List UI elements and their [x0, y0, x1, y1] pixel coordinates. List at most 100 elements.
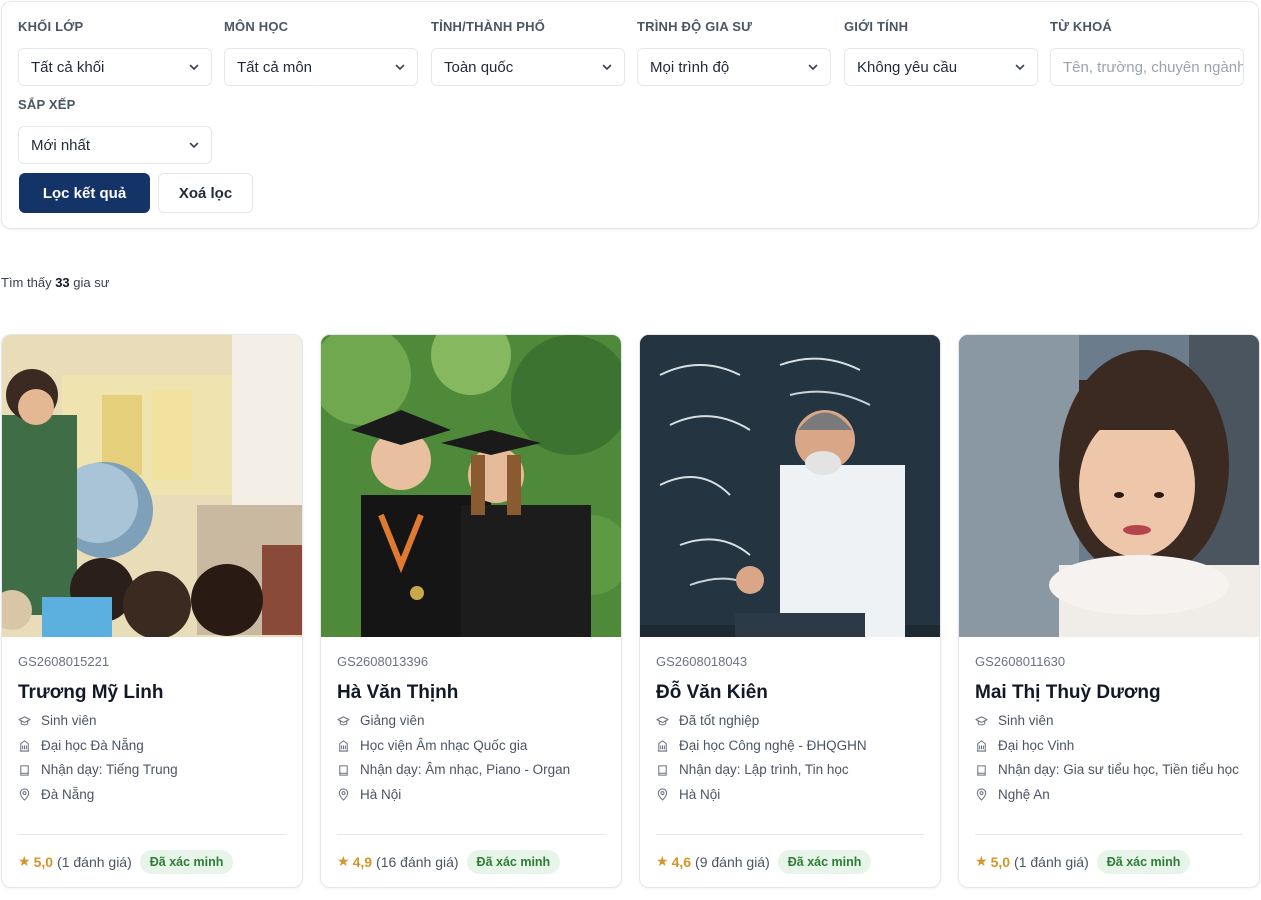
tutor-card-footer: ★ 4,9 (16 đánh giá) Đã xác minh	[337, 834, 605, 874]
tutor-location-text: Hà Nội	[679, 786, 721, 802]
level-select-value: Mọi trình độ	[650, 58, 730, 76]
tutor-status: Đã tốt nghiệp	[656, 711, 926, 731]
tutor-subjects: Nhận dạy: Tiếng Trung	[18, 760, 288, 780]
tutor-location: Nghệ An	[975, 785, 1245, 805]
chevron-down-icon	[808, 64, 818, 71]
star-icon: ★	[656, 853, 669, 869]
tutor-school: Học viện Âm nhạc Quốc gia	[337, 736, 607, 756]
tutor-card-footer: ★ 5,0 (1 đánh giá) Đã xác minh	[18, 834, 286, 874]
building-icon	[337, 736, 353, 756]
gender-select[interactable]: Không yêu cầu	[844, 48, 1038, 86]
book-icon	[975, 760, 991, 780]
keyword-filter-label: TỪ KHOÁ	[1050, 19, 1113, 34]
tutor-status-text: Sinh viên	[41, 713, 97, 728]
tutor-name[interactable]: Đỗ Văn Kiên	[656, 681, 926, 705]
tutor-subjects: Nhận dạy: Âm nhạc, Piano - Organ	[337, 760, 607, 780]
tutor-rating: 4,9	[352, 853, 373, 870]
sort-filter: SẮP XẾP Mới nhất	[18, 96, 212, 164]
subject-select[interactable]: Tất cả môn	[224, 48, 418, 86]
sort-filter-label: SẮP XẾP	[18, 97, 76, 112]
grade-filter: KHỐI LỚP Tất cả khối	[18, 18, 212, 86]
tutor-subjects-text: Nhận dạy: Âm nhạc, Piano - Organ	[360, 762, 571, 777]
chevron-down-icon	[189, 142, 199, 149]
tutor-school-text: Học viện Âm nhạc Quốc gia	[360, 737, 528, 753]
verified-badge: Đã xác minh	[139, 849, 234, 874]
tutor-school: Đại học Đà Nẵng	[18, 736, 288, 756]
tutor-subjects: Nhận dạy: Lập trình, Tin học	[656, 760, 926, 780]
tutor-status: Giảng viên	[337, 711, 607, 731]
tutor-subjects: Nhận dạy: Gia sư tiểu học, Tiền tiểu học	[975, 760, 1245, 780]
level-filter-label: TRÌNH ĐỘ GIA SƯ	[637, 19, 753, 34]
clear-filter-button[interactable]: Xoá lọc	[158, 173, 253, 213]
tutor-rating: 5,0	[990, 853, 1011, 870]
book-icon	[337, 760, 353, 780]
verified-badge: Đã xác minh	[466, 849, 561, 874]
subject-filter: MÔN HỌC Tất cả môn	[224, 18, 418, 86]
building-icon	[18, 736, 34, 756]
star-icon: ★	[337, 853, 350, 869]
tutor-card-body: GS2608018043 Đỗ Văn Kiên Đã tốt nghiệp Đ…	[656, 653, 926, 805]
tutor-card-footer: ★ 5,0 (1 đánh giá) Đã xác minh	[975, 834, 1243, 874]
province-select-value: Toàn quốc	[444, 58, 514, 76]
gender-select-value: Không yêu cầu	[857, 58, 958, 76]
subject-select-value: Tất cả môn	[237, 58, 313, 76]
tutor-code: GS2608015221	[18, 654, 110, 669]
filter-panel: KHỐI LỚP Tất cả khối MÔN HỌC Tất cả môn …	[1, 1, 1259, 229]
grade-select[interactable]: Tất cả khối	[18, 48, 212, 86]
tutor-status: Sinh viên	[18, 711, 288, 731]
tutor-status-text: Sinh viên	[998, 713, 1054, 728]
apply-filter-button[interactable]: Lọc kết quả	[19, 173, 150, 213]
tutor-school-text: Đại học Đà Nẵng	[41, 737, 144, 753]
tutor-code: GS2608013396	[337, 654, 429, 669]
grade-select-value: Tất cả khối	[31, 58, 105, 76]
subject-filter-label: MÔN HỌC	[224, 19, 289, 34]
graduation-cap-icon	[975, 711, 991, 731]
tutor-photo	[321, 335, 621, 637]
building-icon	[656, 736, 672, 756]
tutor-name[interactable]: Mai Thị Thuỳ Dương	[975, 681, 1245, 705]
level-filter: TRÌNH ĐỘ GIA SƯ Mọi trình độ	[637, 18, 831, 86]
province-select[interactable]: Toàn quốc	[431, 48, 625, 86]
graduation-cap-icon	[337, 711, 353, 731]
result-count-suffix: gia sư	[73, 275, 110, 290]
tutor-card-body: GS2608015221 Trương Mỹ Linh Sinh viên Đạ…	[18, 653, 288, 805]
tutor-card[interactable]: GS2608015221 Trương Mỹ Linh Sinh viên Đạ…	[1, 334, 303, 888]
tutor-location-text: Đà Nẵng	[41, 786, 95, 802]
map-pin-icon	[656, 785, 672, 805]
gender-filter: GIỚI TÍNH Không yêu cầu	[844, 18, 1038, 86]
result-count-number: 33	[55, 275, 70, 290]
sort-select[interactable]: Mới nhất	[18, 126, 212, 164]
tutor-code: GS2608011630	[975, 654, 1066, 669]
tutor-card[interactable]: GS2608018043 Đỗ Văn Kiên Đã tốt nghiệp Đ…	[639, 334, 941, 888]
tutor-name[interactable]: Trương Mỹ Linh	[18, 681, 288, 705]
gender-filter-label: GIỚI TÍNH	[844, 19, 909, 34]
tutor-card[interactable]: GS2608011630 Mai Thị Thuỳ Dương Sinh viê…	[958, 334, 1260, 888]
result-count-prefix: Tìm thấy	[1, 275, 52, 290]
chevron-down-icon	[395, 64, 405, 71]
tutor-school-text: Đại học Công nghệ - ĐHQGHN	[679, 737, 867, 753]
tutor-rating: 4,6	[671, 853, 692, 870]
result-count: Tìm thấy 33 gia sư	[1, 275, 109, 290]
tutor-review-count: (1 đánh giá)	[1014, 853, 1089, 870]
tutor-photo	[640, 335, 940, 637]
tutor-photo	[2, 335, 302, 637]
tutor-location: Hà Nội	[656, 785, 926, 805]
tutor-status-text: Giảng viên	[360, 713, 425, 728]
star-icon: ★	[975, 853, 988, 869]
chevron-down-icon	[1015, 64, 1025, 71]
tutor-card[interactable]: GS2608013396 Hà Văn Thịnh Giảng viên Học…	[320, 334, 622, 888]
map-pin-icon	[337, 785, 353, 805]
tutor-subjects-text: Nhận dạy: Lập trình, Tin học	[679, 762, 849, 777]
tutor-school: Đại học Vinh	[975, 736, 1245, 756]
building-icon	[975, 736, 991, 756]
tutor-status-text: Đã tốt nghiệp	[679, 713, 760, 728]
tutor-name[interactable]: Hà Văn Thịnh	[337, 681, 607, 705]
province-filter-label: TỈNH/THÀNH PHỐ	[431, 19, 546, 34]
star-icon: ★	[18, 853, 31, 869]
verified-badge: Đã xác minh	[777, 849, 872, 874]
keyword-input[interactable]: Tên, trường, chuyên ngành...	[1050, 48, 1244, 86]
tutor-rating: 5,0	[33, 853, 54, 870]
tutor-location: Đà Nẵng	[18, 785, 288, 805]
map-pin-icon	[18, 785, 34, 805]
level-select[interactable]: Mọi trình độ	[637, 48, 831, 86]
